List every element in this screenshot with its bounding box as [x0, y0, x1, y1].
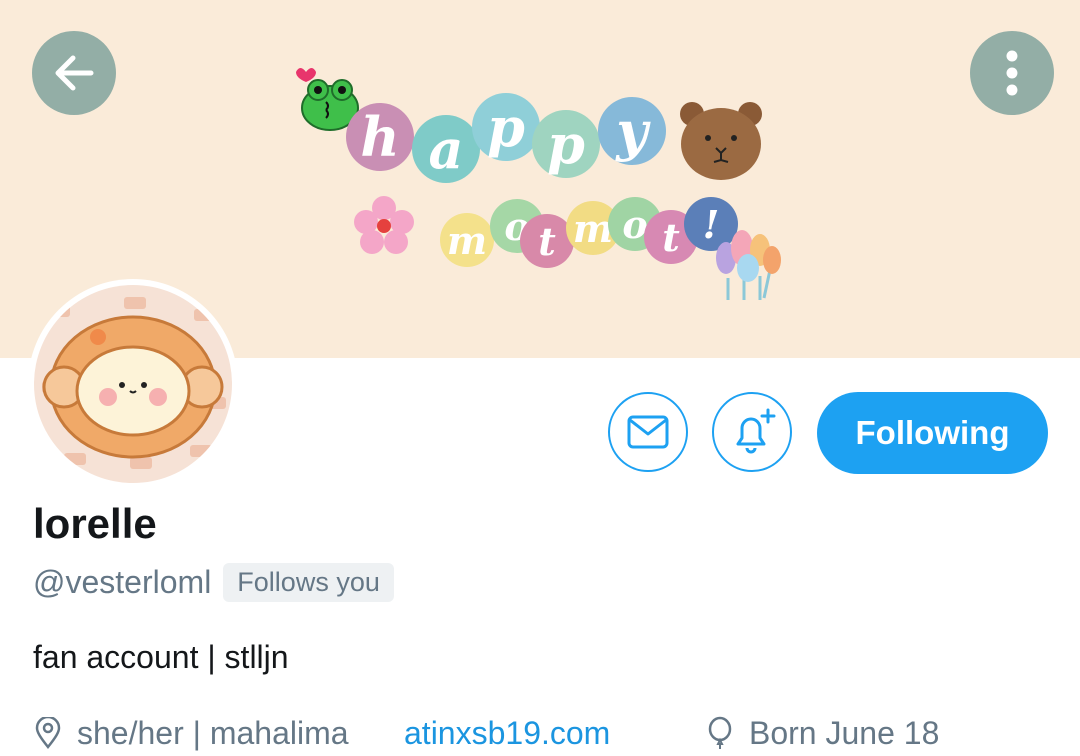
balloon-icon [708, 716, 732, 749]
envelope-icon [627, 415, 669, 449]
banner-letter: y [598, 97, 666, 165]
banner-letter: h [346, 103, 414, 171]
notifications-button[interactable] [712, 392, 792, 472]
avatar[interactable] [28, 279, 238, 489]
bear-sticker [680, 102, 762, 180]
birthday-item: Born June 18 [705, 712, 939, 754]
profile-meta: she/her | mahalima atinxsb19.com Born Ju… [33, 712, 1073, 754]
location-text: she/her | mahalima [77, 714, 349, 751]
handle-row: @vesterloml Follows you [33, 561, 394, 603]
banner-letter: p [472, 93, 540, 161]
tulips-sticker [716, 230, 781, 300]
banner-letter: a [412, 115, 480, 183]
banner-letter: p [532, 110, 600, 178]
location-item: she/her | mahalima [33, 712, 349, 754]
profile-bio: fan account | stlljn [33, 639, 289, 675]
back-button[interactable] [32, 31, 116, 115]
bell-plus-icon [736, 408, 776, 454]
following-label: Following [855, 414, 1010, 451]
banner-letter: m [440, 213, 494, 267]
following-button[interactable]: Following [817, 392, 1048, 474]
birthday-text: Born June 18 [749, 714, 940, 751]
avatar-image [34, 285, 232, 483]
user-handle: @vesterloml [33, 563, 212, 600]
more-options-button[interactable] [970, 31, 1054, 115]
location-pin-icon [35, 717, 61, 749]
website-item[interactable]: atinxsb19.com [404, 712, 610, 754]
message-button[interactable] [608, 392, 688, 472]
display-name: lorelle [33, 500, 157, 547]
website-link[interactable]: atinxsb19.com [404, 715, 610, 752]
arrow-left-icon [55, 55, 94, 91]
more-vertical-icon [1006, 50, 1018, 96]
flower-sticker [354, 196, 414, 254]
follows-you-badge: Follows you [223, 562, 394, 602]
